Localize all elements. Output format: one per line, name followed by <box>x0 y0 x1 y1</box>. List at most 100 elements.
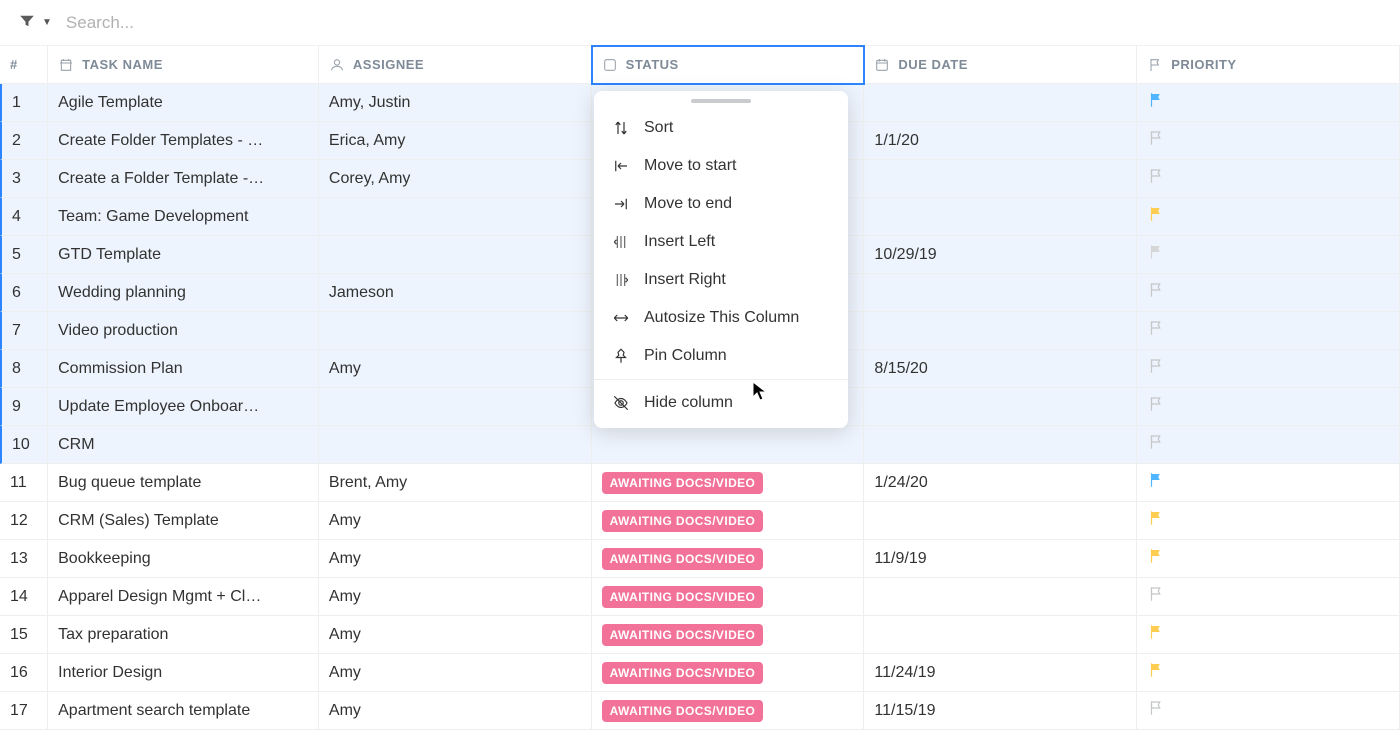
priority-cell[interactable] <box>1137 312 1400 350</box>
due-cell[interactable]: 11/24/19 <box>864 654 1137 692</box>
priority-cell[interactable] <box>1137 236 1400 274</box>
table-row[interactable]: 10 CRM <box>0 426 1400 464</box>
table-row[interactable]: 15 Tax preparation Amy AWAITING DOCS/VID… <box>0 616 1400 654</box>
priority-cell[interactable] <box>1137 464 1400 502</box>
task-cell[interactable]: Interior Design <box>48 654 319 692</box>
menu-item-hide-column[interactable]: Hide column <box>594 384 848 422</box>
menu-item-move-start[interactable]: Move to start <box>594 147 848 185</box>
due-cell[interactable] <box>864 388 1137 426</box>
menu-item-move-end[interactable]: Move to end <box>594 185 848 223</box>
priority-cell[interactable] <box>1137 274 1400 312</box>
due-cell[interactable]: 11/9/19 <box>864 540 1137 578</box>
due-cell[interactable] <box>864 84 1137 122</box>
status-cell[interactable]: AWAITING DOCS/VIDEO <box>592 540 865 578</box>
table-row[interactable]: 13 Bookkeeping Amy AWAITING DOCS/VIDEO 1… <box>0 540 1400 578</box>
task-cell[interactable]: Team: Game Development <box>48 198 319 236</box>
status-cell[interactable]: AWAITING DOCS/VIDEO <box>592 692 865 730</box>
task-cell[interactable]: CRM (Sales) Template <box>48 502 319 540</box>
task-cell[interactable]: Bug queue template <box>48 464 319 502</box>
table-row[interactable]: 12 CRM (Sales) Template Amy AWAITING DOC… <box>0 502 1400 540</box>
task-cell[interactable]: GTD Template <box>48 236 319 274</box>
task-cell[interactable]: Apparel Design Mgmt + Cl… <box>48 578 319 616</box>
drag-handle[interactable] <box>691 99 751 103</box>
assignee-cell[interactable]: Amy <box>319 616 592 654</box>
due-cell[interactable]: 10/29/19 <box>864 236 1137 274</box>
due-cell[interactable] <box>864 312 1137 350</box>
filter-icon[interactable] <box>18 12 36 34</box>
table-row[interactable]: 17 Apartment search template Amy AWAITIN… <box>0 692 1400 730</box>
search-input[interactable] <box>66 13 466 33</box>
priority-cell[interactable] <box>1137 426 1400 464</box>
task-cell[interactable]: Apartment search template <box>48 692 319 730</box>
due-cell[interactable] <box>864 502 1137 540</box>
menu-item-pin[interactable]: Pin Column <box>594 337 848 375</box>
assignee-cell[interactable]: Amy <box>319 540 592 578</box>
task-cell[interactable]: Bookkeeping <box>48 540 319 578</box>
task-cell[interactable]: CRM <box>48 426 319 464</box>
menu-item-insert-right[interactable]: Insert Right <box>594 261 848 299</box>
column-header-number[interactable]: # <box>0 46 48 84</box>
priority-cell[interactable] <box>1137 692 1400 730</box>
assignee-cell[interactable]: Amy <box>319 654 592 692</box>
due-cell[interactable]: 8/15/20 <box>864 350 1137 388</box>
due-cell[interactable] <box>864 274 1137 312</box>
priority-cell[interactable] <box>1137 540 1400 578</box>
status-cell[interactable] <box>592 426 865 464</box>
table-row[interactable]: 14 Apparel Design Mgmt + Cl… Amy AWAITIN… <box>0 578 1400 616</box>
task-cell[interactable]: Create a Folder Template -… <box>48 160 319 198</box>
priority-cell[interactable] <box>1137 616 1400 654</box>
status-cell[interactable]: AWAITING DOCS/VIDEO <box>592 502 865 540</box>
assignee-cell[interactable]: Amy <box>319 350 592 388</box>
column-header-task[interactable]: TASK NAME <box>48 46 319 84</box>
assignee-cell[interactable] <box>319 426 592 464</box>
assignee-cell[interactable]: Amy <box>319 692 592 730</box>
table-row[interactable]: 16 Interior Design Amy AWAITING DOCS/VID… <box>0 654 1400 692</box>
priority-cell[interactable] <box>1137 388 1400 426</box>
task-cell[interactable]: Create Folder Templates - … <box>48 122 319 160</box>
assignee-cell[interactable]: Corey, Amy <box>319 160 592 198</box>
due-cell[interactable]: 1/1/20 <box>864 122 1137 160</box>
task-cell[interactable]: Update Employee Onboar… <box>48 388 319 426</box>
column-header-status[interactable]: STATUS <box>592 46 865 84</box>
assignee-cell[interactable] <box>319 388 592 426</box>
assignee-cell[interactable] <box>319 198 592 236</box>
status-cell[interactable]: AWAITING DOCS/VIDEO <box>592 464 865 502</box>
status-cell[interactable]: AWAITING DOCS/VIDEO <box>592 578 865 616</box>
due-cell[interactable] <box>864 426 1137 464</box>
due-cell[interactable] <box>864 578 1137 616</box>
due-cell[interactable] <box>864 616 1137 654</box>
table-row[interactable]: 11 Bug queue template Brent, Amy AWAITIN… <box>0 464 1400 502</box>
column-header-due[interactable]: DUE DATE <box>864 46 1137 84</box>
due-cell[interactable]: 1/24/20 <box>864 464 1137 502</box>
due-cell[interactable] <box>864 160 1137 198</box>
due-cell[interactable]: 11/15/19 <box>864 692 1137 730</box>
priority-cell[interactable] <box>1137 160 1400 198</box>
due-cell[interactable] <box>864 198 1137 236</box>
task-cell[interactable]: Commission Plan <box>48 350 319 388</box>
chevron-down-icon[interactable]: ▼ <box>42 17 52 28</box>
priority-cell[interactable] <box>1137 502 1400 540</box>
assignee-cell[interactable]: Amy, Justin <box>319 84 592 122</box>
menu-item-autosize[interactable]: Autosize This Column <box>594 299 848 337</box>
column-header-assignee[interactable]: ASSIGNEE <box>319 46 592 84</box>
priority-cell[interactable] <box>1137 198 1400 236</box>
assignee-cell[interactable]: Brent, Amy <box>319 464 592 502</box>
assignee-cell[interactable]: Jameson <box>319 274 592 312</box>
task-cell[interactable]: Wedding planning <box>48 274 319 312</box>
assignee-cell[interactable]: Amy <box>319 578 592 616</box>
status-cell[interactable]: AWAITING DOCS/VIDEO <box>592 616 865 654</box>
menu-item-sort[interactable]: Sort <box>594 109 848 147</box>
priority-cell[interactable] <box>1137 84 1400 122</box>
menu-item-insert-left[interactable]: Insert Left <box>594 223 848 261</box>
assignee-cell[interactable] <box>319 236 592 274</box>
task-cell[interactable]: Tax preparation <box>48 616 319 654</box>
status-cell[interactable]: AWAITING DOCS/VIDEO <box>592 654 865 692</box>
priority-cell[interactable] <box>1137 654 1400 692</box>
assignee-cell[interactable]: Amy <box>319 502 592 540</box>
priority-cell[interactable] <box>1137 578 1400 616</box>
priority-cell[interactable] <box>1137 350 1400 388</box>
assignee-cell[interactable] <box>319 312 592 350</box>
assignee-cell[interactable]: Erica, Amy <box>319 122 592 160</box>
task-cell[interactable]: Agile Template <box>48 84 319 122</box>
column-header-priority[interactable]: PRIORITY <box>1137 46 1400 84</box>
